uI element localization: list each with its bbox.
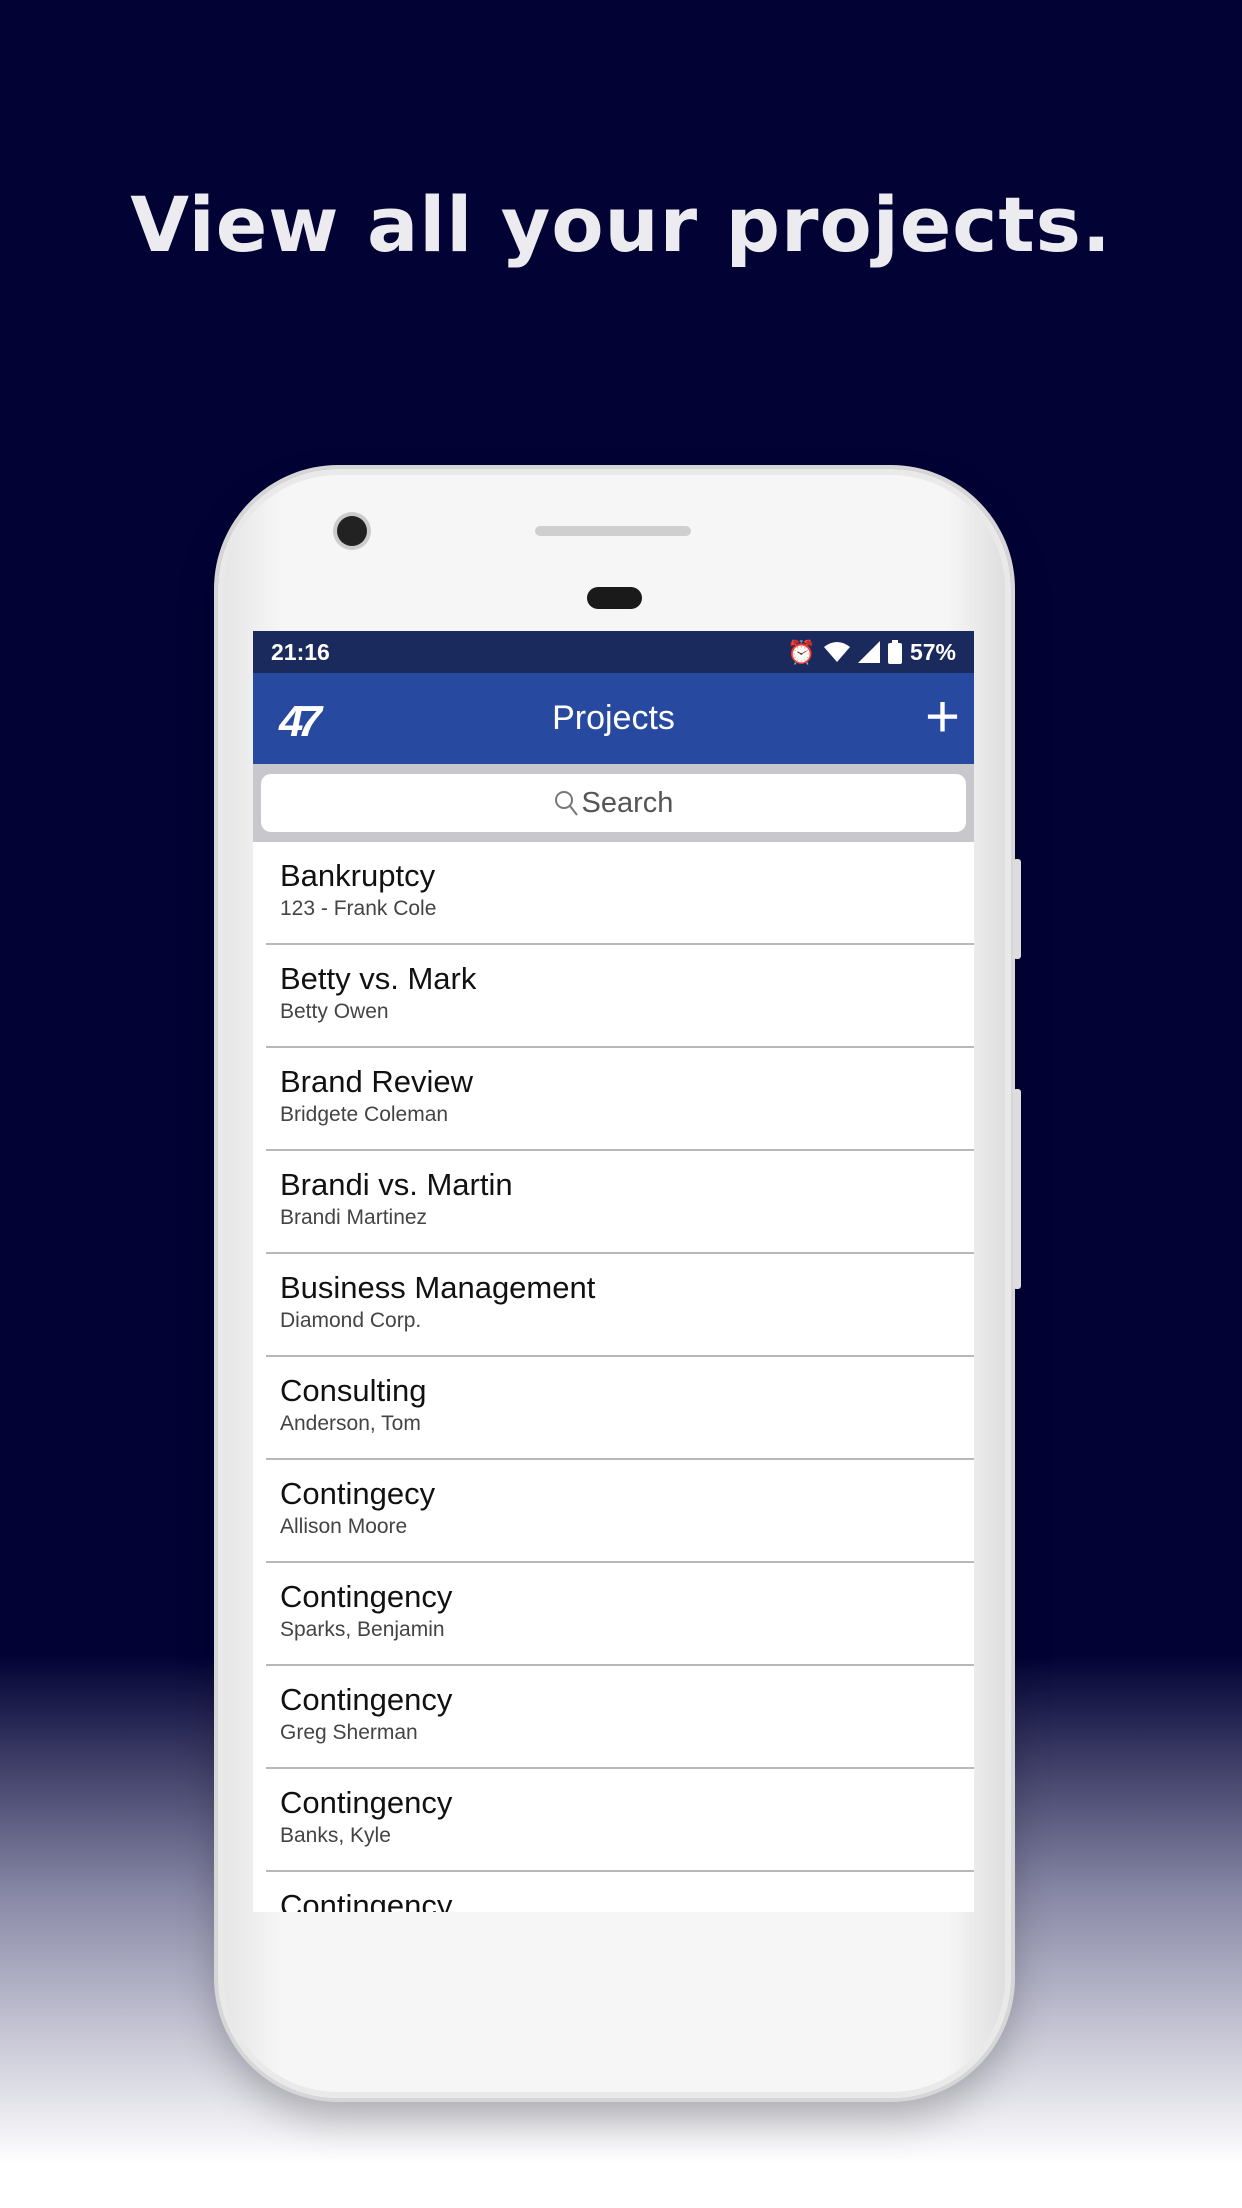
search-bar: Search [253,764,974,842]
project-list-item[interactable]: Contingency Sparks, Benjamin [266,1563,974,1666]
project-title: Brandi vs. Martin [280,1167,513,1202]
project-title: Brand Review [280,1064,473,1099]
project-client: 123 - Frank Cole [280,897,437,920]
plus-icon: + [924,683,960,750]
status-time: 21:16 [271,638,330,665]
project-title: Consulting [280,1373,427,1408]
add-project-button[interactable]: + [925,687,960,747]
project-title: Contingency [280,1579,453,1614]
project-title: Betty vs. Mark [280,961,477,996]
alarm-icon: ⏰ [787,638,816,665]
project-list-item[interactable]: Consulting Anderson, Tom [266,1357,974,1460]
project-list-item[interactable]: Contingency Greg Sherman [266,1666,974,1769]
wifi-icon [823,642,850,662]
app-logo[interactable]: 47 [279,697,322,747]
headline: View all your projects. [130,180,1112,269]
project-list-item[interactable]: Bankruptcy 123 - Frank Cole [266,842,974,945]
project-title: Contingency [280,1888,453,1912]
project-client: Anderson, Tom [280,1412,421,1435]
app-bar: 47 Projects + [253,673,974,764]
project-list-item[interactable]: Brandi vs. Martin Brandi Martinez [266,1151,974,1254]
app-screen: 21:16 ⏰ 57% 47 Projects + Search Bankrup… [253,631,974,1912]
page-title: Projects [552,699,675,737]
signal-icon [857,641,880,663]
earpiece [587,587,642,609]
project-list: Bankruptcy 123 - Frank Cole Betty vs. Mark… [253,842,974,1912]
project-list-item[interactable]: Contingency [266,1872,974,1912]
status-bar: 21:16 ⏰ 57% [253,631,974,673]
project-title: Bankruptcy [280,858,436,893]
speaker-grille [535,526,691,536]
search-input[interactable]: Search [261,774,966,832]
project-client: Diamond Corp. [280,1309,422,1332]
project-client: Greg Sherman [280,1721,418,1744]
volume-button [1013,859,1021,959]
project-client: Banks, Kyle [280,1824,391,1847]
project-list-item[interactable]: Betty vs. Mark Betty Owen [266,945,974,1048]
project-client: Brandi Martinez [280,1206,428,1229]
project-title: Contingency [280,1785,453,1820]
power-button [1013,1089,1021,1289]
project-client: Betty Owen [280,1000,389,1023]
project-title: Contingecy [280,1476,436,1511]
search-placeholder: Search [581,786,674,819]
project-title: Business Management [280,1270,596,1305]
project-client: Sparks, Benjamin [280,1618,445,1641]
project-list-item[interactable]: Contingency Banks, Kyle [266,1769,974,1872]
search-icon [554,791,578,816]
battery-icon [887,640,902,664]
battery-percent: 57% [909,638,956,665]
project-list-item[interactable]: Contingecy Allison Moore [266,1460,974,1563]
project-title: Contingency [280,1682,453,1717]
front-camera [337,516,367,546]
project-client: Bridgete Coleman [280,1103,449,1126]
project-list-item[interactable]: Business Management Diamond Corp. [266,1254,974,1357]
project-list-item[interactable]: Brand Review Bridgete Coleman [266,1048,974,1151]
project-client: Allison Moore [280,1515,408,1538]
